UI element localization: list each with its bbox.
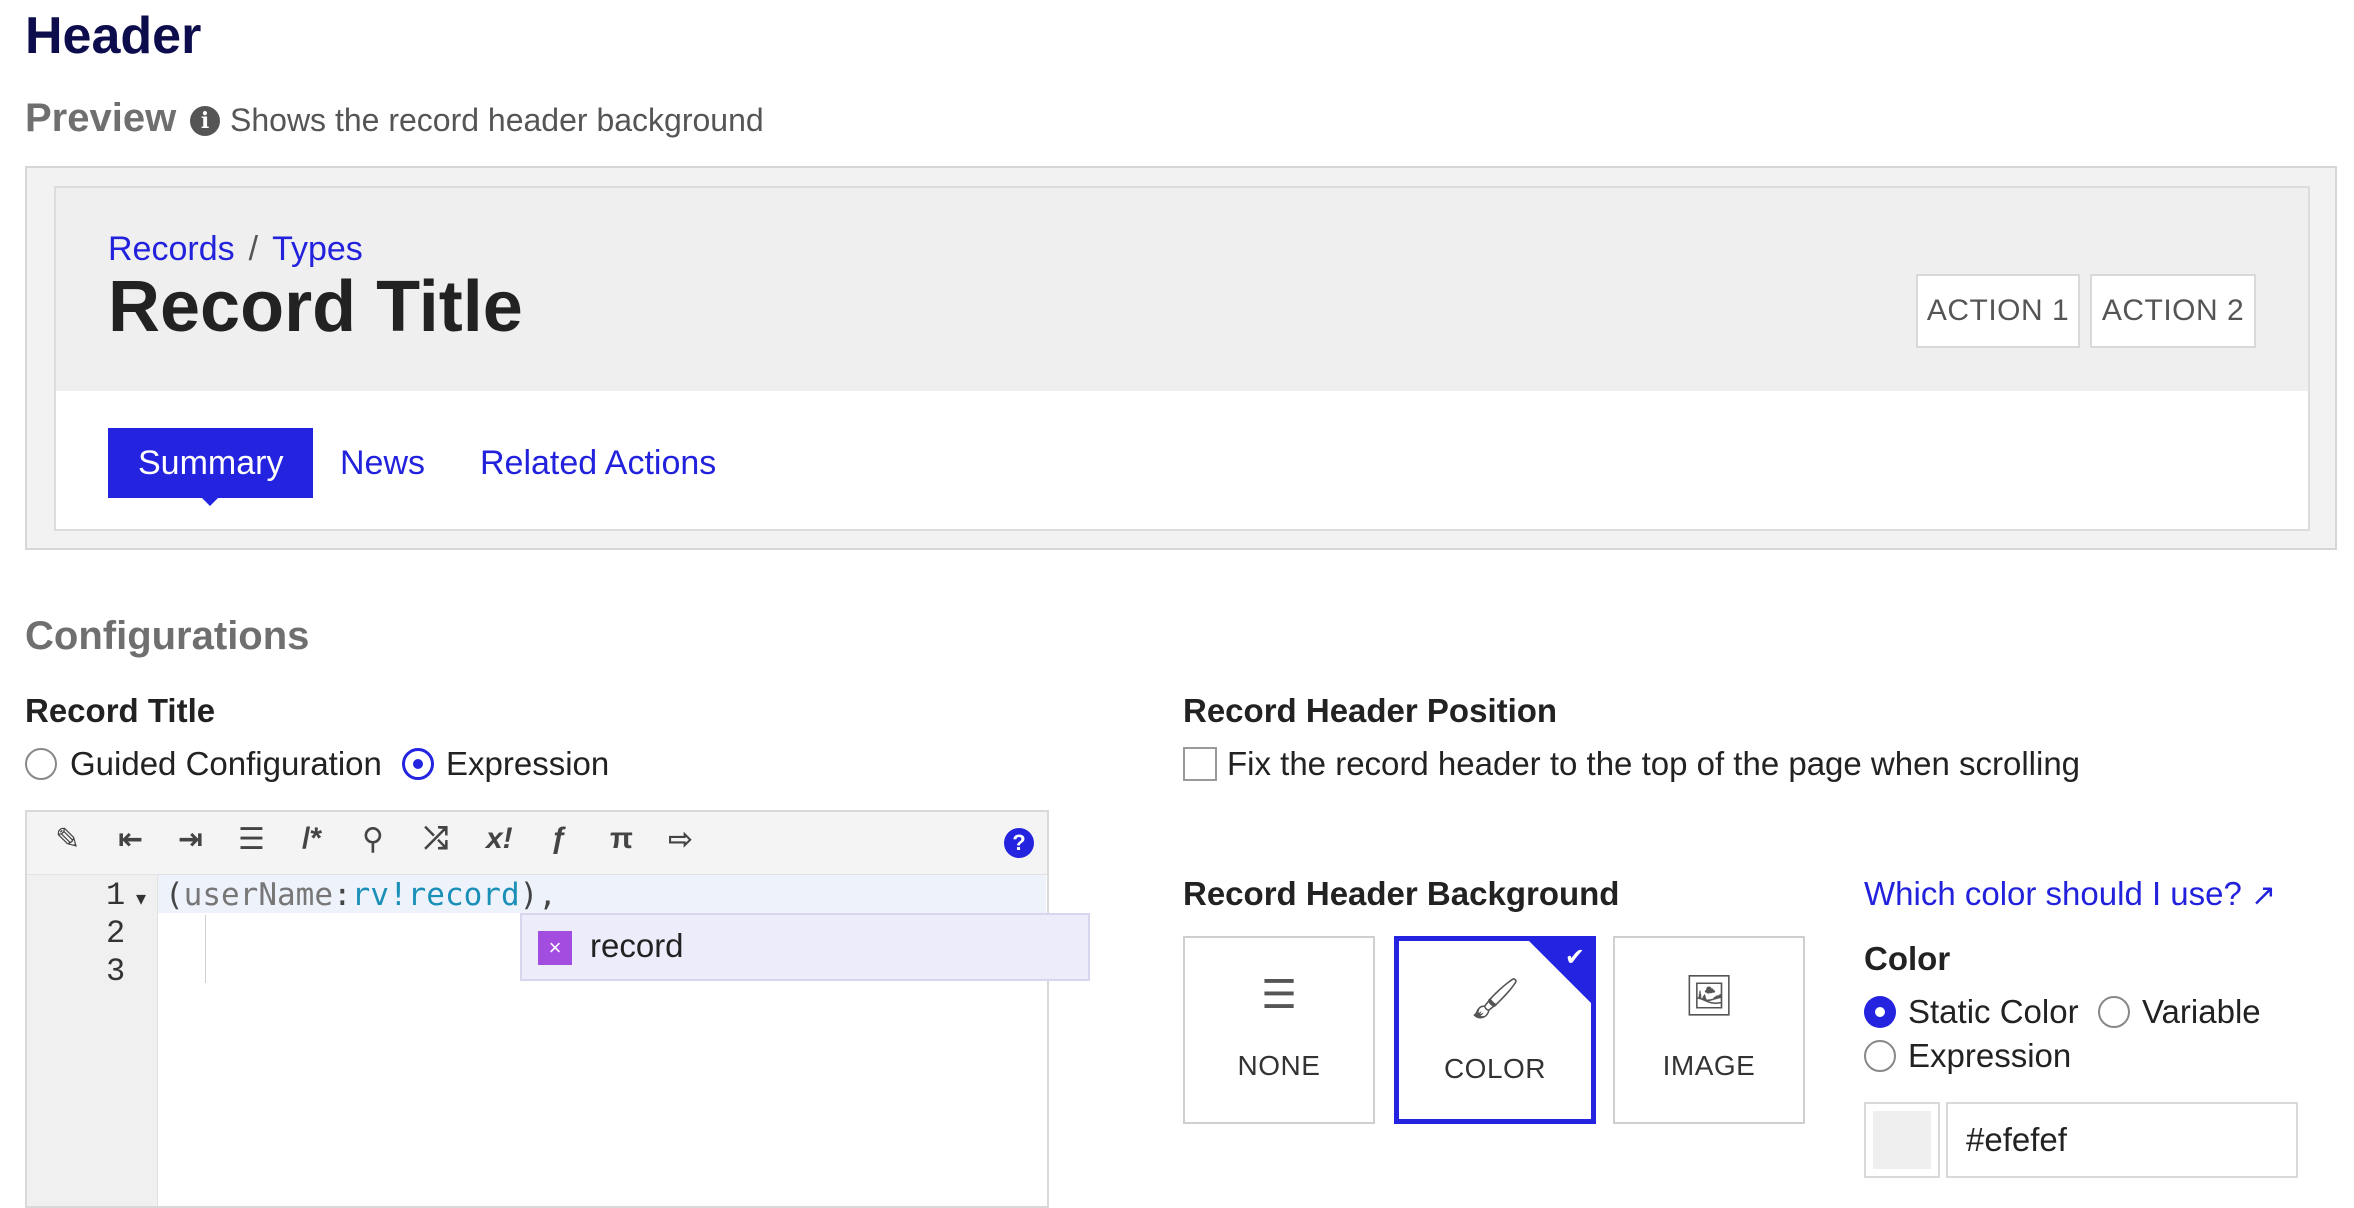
fix-header-label: Fix the record header to the top of the …	[1227, 745, 2081, 782]
option-label: IMAGE	[1662, 1050, 1756, 1081]
image-icon: 🖼	[1683, 974, 1735, 1018]
variable-badge-icon: ×	[538, 931, 572, 965]
static-color-label: Static Color	[1908, 993, 2079, 1030]
line-number-gutter	[27, 875, 158, 1206]
preview-hint: Shows the record header background	[230, 102, 764, 138]
breadcrumb-separator: /	[248, 230, 259, 268]
radio-guided-configuration[interactable]	[25, 748, 57, 780]
shuffle-icon[interactable]: ⤮	[424, 822, 448, 856]
function-icon[interactable]: ƒ	[550, 822, 567, 856]
radio-variable[interactable]	[2098, 996, 2130, 1028]
code-line-1[interactable]: (userName:rv!record),	[165, 877, 557, 913]
code-param: userName	[183, 877, 333, 913]
search-icon[interactable]: ⚲	[362, 822, 384, 857]
magic-wand-icon[interactable]: ✎	[55, 822, 80, 857]
active-tab-indicator	[200, 496, 220, 506]
background-option-none[interactable]: ☰ NONE	[1183, 936, 1375, 1124]
line-number: 3	[106, 953, 126, 990]
autocomplete-text: record	[590, 927, 684, 964]
tab-related-actions[interactable]: Related Actions	[480, 428, 716, 498]
color-help-link[interactable]: Which color should I use? ↗	[1864, 875, 2276, 913]
align-left-icon: ☰	[1261, 973, 1297, 1017]
record-title-label: Record Title	[25, 692, 216, 729]
format-list-icon[interactable]: ☰	[238, 822, 265, 857]
radio-static-color[interactable]	[1864, 996, 1896, 1028]
outdent-icon[interactable]: ⇤	[118, 822, 143, 857]
export-icon[interactable]: ⇨	[668, 822, 693, 857]
check-icon: ✔	[1564, 944, 1585, 971]
preview-label: Preview	[25, 96, 177, 140]
color-expression-label: Expression	[1908, 1037, 2072, 1074]
fix-header-checkbox[interactable]	[1183, 747, 1217, 781]
action-1-button[interactable]: ACTION 1	[1916, 274, 2080, 348]
external-link-icon: ↗	[2251, 879, 2277, 912]
expression-label: Expression	[446, 745, 610, 782]
configurations-title: Configurations	[25, 614, 310, 658]
record-title: Record Title	[108, 267, 523, 347]
comment-icon[interactable]: /*	[302, 822, 322, 856]
header-background-label: Record Header Background	[1183, 875, 1620, 912]
code-colon: :	[332, 877, 352, 913]
page-title: Header	[25, 7, 202, 65]
breadcrumb: Records / Types	[108, 230, 363, 269]
indent-guide	[205, 915, 206, 983]
color-label: Color	[1864, 940, 1951, 977]
color-help-link-text: Which color should I use?	[1864, 875, 2242, 912]
pi-icon[interactable]: π	[610, 822, 633, 856]
option-label: COLOR	[1443, 1053, 1547, 1084]
expression-icon[interactable]: x!	[486, 822, 513, 856]
fold-marker-icon[interactable]: ▾	[136, 886, 146, 911]
breadcrumb-types[interactable]: Types	[272, 230, 363, 268]
guided-configuration-label: Guided Configuration	[70, 745, 382, 782]
tab-summary[interactable]: Summary	[108, 428, 314, 498]
background-option-color[interactable]: 🖌 COLOR ✔	[1394, 936, 1596, 1124]
code-value: rv!record	[351, 877, 520, 913]
color-hex-input[interactable]: #efefef	[1946, 1102, 2298, 1178]
info-icon: i	[190, 106, 220, 136]
breadcrumb-records[interactable]: Records	[108, 230, 235, 268]
variable-label: Variable	[2142, 993, 2261, 1030]
help-icon[interactable]: ?	[1004, 828, 1034, 858]
indent-icon[interactable]: ⇥	[178, 822, 203, 857]
option-label: NONE	[1237, 1050, 1321, 1081]
header-position-label: Record Header Position	[1183, 692, 1558, 729]
radio-expression[interactable]	[402, 748, 434, 780]
code-paren: (	[165, 877, 184, 913]
code-close: ),	[519, 877, 557, 913]
color-swatch-fill	[1873, 1111, 1931, 1169]
background-option-image[interactable]: 🖼 IMAGE	[1613, 936, 1805, 1124]
tab-news[interactable]: News	[340, 428, 425, 498]
line-number: 2	[106, 915, 126, 952]
radio-color-expression[interactable]	[1864, 1040, 1896, 1072]
action-2-button[interactable]: ACTION 2	[2090, 274, 2256, 348]
line-number: 1	[106, 877, 126, 914]
